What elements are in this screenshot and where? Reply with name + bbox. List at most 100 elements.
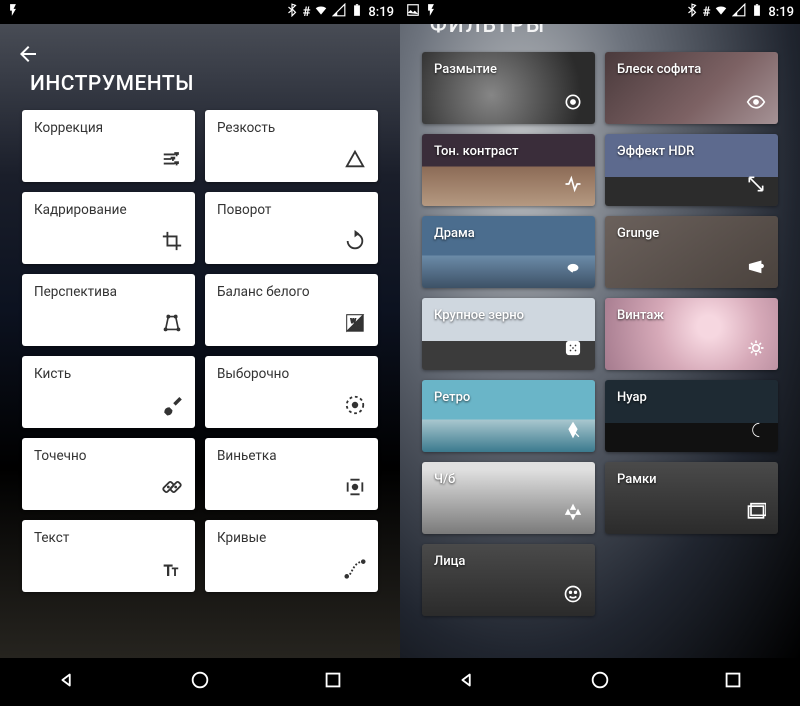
tool-curves[interactable]: Кривые bbox=[205, 520, 378, 592]
filter-noir[interactable]: Нуар bbox=[605, 380, 778, 452]
battery-icon bbox=[750, 3, 764, 21]
filter-frames[interactable]: Рамки bbox=[605, 462, 778, 534]
tool-label: Кадрирование bbox=[34, 202, 183, 218]
tool-crop[interactable]: Кадрирование bbox=[22, 192, 195, 264]
tool-healing[interactable]: Точечно bbox=[22, 438, 195, 510]
filter-label: Ретро bbox=[434, 390, 583, 405]
tonal-icon bbox=[563, 174, 583, 198]
tune-icon bbox=[161, 148, 183, 174]
white-balance-icon bbox=[344, 312, 366, 338]
nav-back[interactable] bbox=[456, 669, 478, 695]
tool-details[interactable]: Резкость bbox=[205, 110, 378, 182]
filter-grunge[interactable]: Grunge bbox=[605, 216, 778, 288]
nav-back[interactable] bbox=[56, 669, 78, 695]
filter-label: Блеск софита bbox=[617, 62, 766, 77]
signal-icon bbox=[332, 3, 346, 21]
glamour-icon bbox=[746, 92, 766, 116]
tool-selective[interactable]: Выборочно bbox=[205, 356, 378, 428]
tools-grid: Коррекция Резкость Кадрирование Поворот Перс… bbox=[16, 110, 384, 592]
filter-label: Лица bbox=[434, 554, 583, 569]
faces-icon bbox=[563, 584, 583, 608]
tool-label: Кисть bbox=[34, 366, 183, 382]
crop-icon bbox=[161, 230, 183, 256]
filter-tonal[interactable]: Тон. контраст bbox=[422, 134, 595, 206]
phone-left: # 8:19 ИНСТРУМЕНТЫ Коррекция Резкость Кадр… bbox=[0, 0, 400, 706]
tool-label: Виньетка bbox=[217, 448, 366, 464]
healing-icon bbox=[161, 476, 183, 502]
tool-white-balance[interactable]: Баланс белого bbox=[205, 274, 378, 346]
back-button[interactable] bbox=[16, 42, 40, 66]
filter-label: Драма bbox=[434, 226, 583, 241]
drama-icon bbox=[563, 256, 583, 280]
bluetooth-icon bbox=[685, 3, 699, 21]
wifi-icon bbox=[714, 3, 728, 21]
nav-recent[interactable] bbox=[322, 669, 344, 695]
image-icon bbox=[406, 3, 420, 21]
tool-label: Коррекция bbox=[34, 120, 183, 136]
battery-icon bbox=[350, 3, 364, 21]
nav-bar bbox=[400, 658, 800, 706]
filter-glamour[interactable]: Блеск софита bbox=[605, 52, 778, 124]
status-bar: # 8:19 bbox=[400, 0, 800, 24]
section-title-tools: ИНСТРУМЕНТЫ bbox=[30, 72, 384, 96]
flash-icon bbox=[6, 3, 20, 21]
filter-label: Тон. контраст bbox=[434, 144, 583, 159]
filter-drama[interactable]: Драма bbox=[422, 216, 595, 288]
tool-text[interactable]: Текст bbox=[22, 520, 195, 592]
tool-label: Поворот bbox=[217, 202, 366, 218]
curves-icon bbox=[344, 558, 366, 584]
vintage-icon bbox=[746, 338, 766, 362]
filter-label: Ч/б bbox=[434, 472, 583, 487]
tool-vignette[interactable]: Виньетка bbox=[205, 438, 378, 510]
perspective-icon bbox=[161, 312, 183, 338]
filter-hdr[interactable]: Эффект HDR bbox=[605, 134, 778, 206]
hdr-icon bbox=[746, 174, 766, 198]
tool-label: Баланс белого bbox=[217, 284, 366, 300]
filter-retro[interactable]: Ретро bbox=[422, 380, 595, 452]
phone-right: # 8:19 ФИЛЬТРЫ Размытие Блеск софита Тон. … bbox=[400, 0, 800, 706]
clock: 8:19 bbox=[368, 5, 394, 20]
grain-icon bbox=[563, 338, 583, 362]
nav-home[interactable] bbox=[189, 669, 211, 695]
bluetooth-icon bbox=[285, 3, 299, 21]
filter-bw[interactable]: Ч/б bbox=[422, 462, 595, 534]
retro-icon bbox=[563, 420, 583, 444]
noir-icon bbox=[746, 420, 766, 444]
section-title-filters: ФИЛЬТРЫ bbox=[430, 24, 784, 38]
tool-rotate[interactable]: Поворот bbox=[205, 192, 378, 264]
filter-label: Рамки bbox=[617, 472, 766, 487]
tool-label: Резкость bbox=[217, 120, 366, 136]
tool-perspective[interactable]: Перспектива bbox=[22, 274, 195, 346]
wifi-icon bbox=[314, 3, 328, 21]
filter-label: Размытие bbox=[434, 62, 583, 77]
clock: 8:19 bbox=[768, 5, 794, 20]
hash-icon: # bbox=[303, 5, 311, 20]
details-icon bbox=[344, 148, 366, 174]
text-icon bbox=[161, 558, 183, 584]
blur-icon bbox=[563, 92, 583, 116]
nav-bar bbox=[0, 658, 400, 706]
bw-icon bbox=[563, 502, 583, 526]
tool-tune[interactable]: Коррекция bbox=[22, 110, 195, 182]
filter-vintage[interactable]: Винтаж bbox=[605, 298, 778, 370]
status-bar: # 8:19 bbox=[0, 0, 400, 24]
filter-label: Эффект HDR bbox=[617, 144, 766, 159]
flash-icon bbox=[424, 3, 438, 21]
filter-faces[interactable]: Лица bbox=[422, 544, 595, 616]
filters-grid: Размытие Блеск софита Тон. контраст Эффект … bbox=[416, 52, 784, 616]
tool-label: Перспектива bbox=[34, 284, 183, 300]
filter-label: Нуар bbox=[617, 390, 766, 405]
vignette-icon bbox=[344, 476, 366, 502]
filter-label: Grunge bbox=[617, 226, 766, 241]
brush-icon bbox=[161, 394, 183, 420]
tool-label: Выборочно bbox=[217, 366, 366, 382]
grunge-icon bbox=[746, 256, 766, 280]
filter-label: Винтаж bbox=[617, 308, 766, 323]
filter-blur[interactable]: Размытие bbox=[422, 52, 595, 124]
tool-label: Точечно bbox=[34, 448, 183, 464]
tool-brush[interactable]: Кисть bbox=[22, 356, 195, 428]
nav-home[interactable] bbox=[589, 669, 611, 695]
nav-recent[interactable] bbox=[722, 669, 744, 695]
filter-grain[interactable]: Крупное зерно bbox=[422, 298, 595, 370]
tool-label: Текст bbox=[34, 530, 183, 546]
